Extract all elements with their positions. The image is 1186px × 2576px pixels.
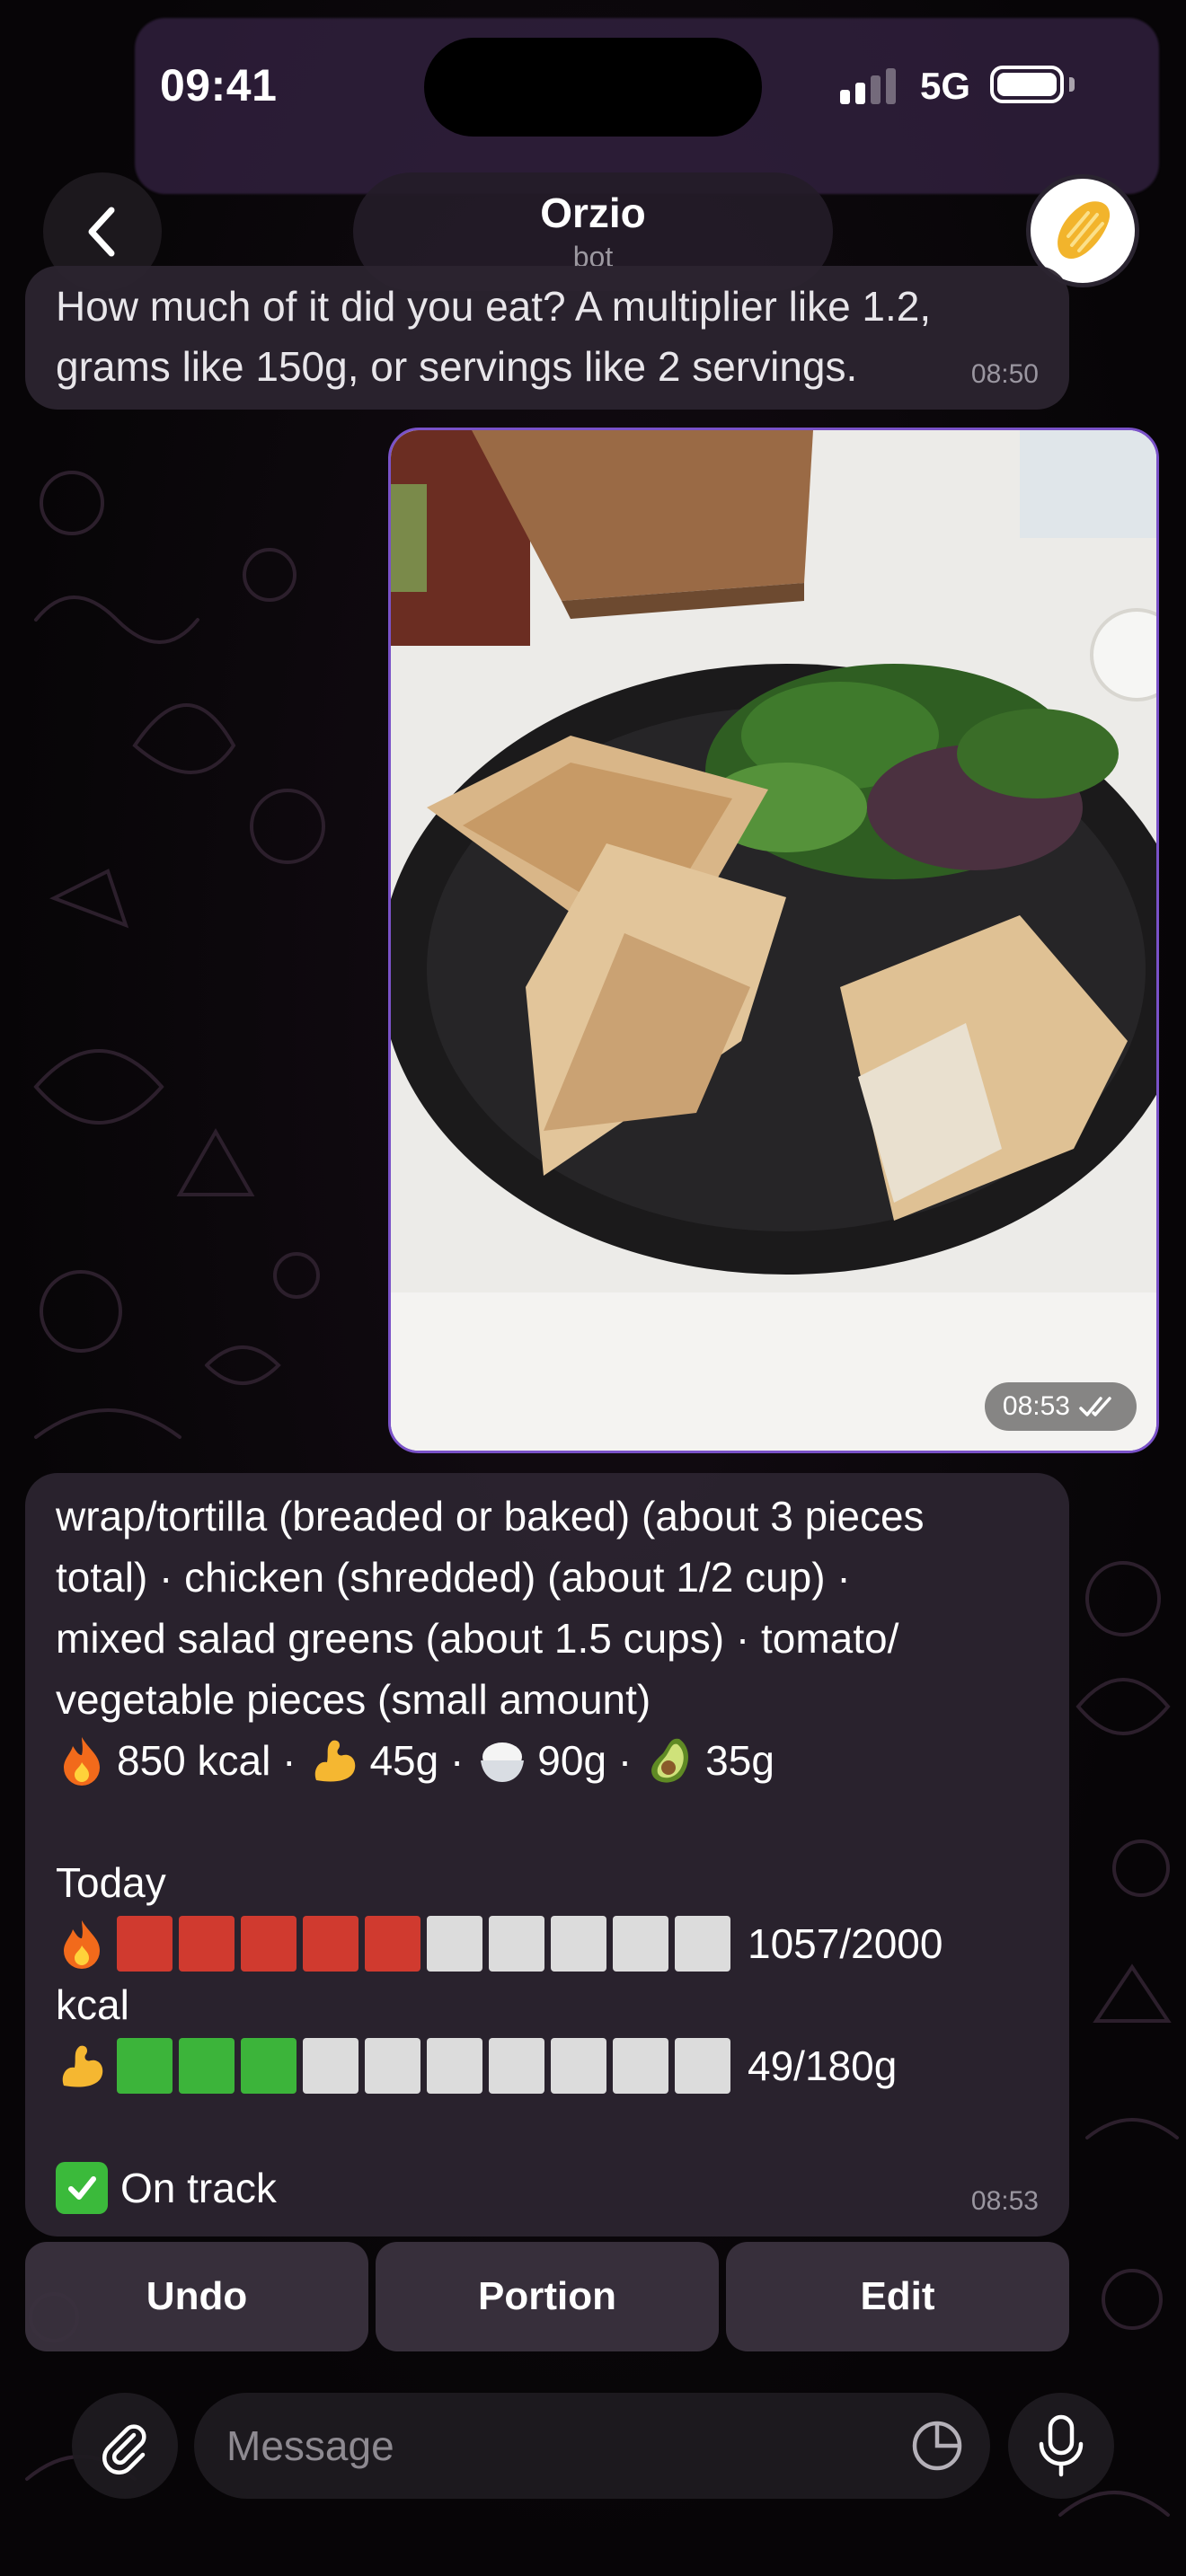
progress-square-filled [117, 2038, 173, 2094]
bot-message-result: wrap/tortilla (breaded or baked) (about … [25, 1473, 1069, 2236]
undo-button[interactable]: Undo [25, 2242, 368, 2351]
food-line-2: total) · chicken (shredded) (about 1/2 c… [56, 1554, 851, 1601]
message-input[interactable] [226, 2393, 891, 2499]
progress-square-empty [303, 2038, 358, 2094]
progress-square-empty [427, 1916, 482, 1972]
signal-icon [840, 68, 896, 104]
bot-message-question: How much of it did you eat? A multiplier… [25, 266, 1069, 410]
protein-progress-value: 49/180g [748, 2042, 898, 2089]
flexed-biceps-icon [56, 2040, 108, 2092]
progress-square-filled [117, 1916, 173, 1972]
microphone-icon [1039, 2414, 1084, 2477]
network-label: 5G [920, 65, 971, 107]
progress-square-filled [179, 1916, 235, 1972]
progress-square-filled [365, 1916, 420, 1972]
dynamic-island [424, 38, 762, 137]
avocado-icon [644, 1734, 696, 1786]
carbs-value: 90g · [537, 1737, 633, 1784]
protein-value: 45g · [369, 1737, 465, 1784]
check-mark-icon [56, 2162, 108, 2214]
battery-tip [1069, 77, 1075, 92]
calorie-unit: kcal [56, 1981, 129, 2028]
progress-square-empty [365, 2038, 420, 2094]
calorie-progress-row: 1057/2000 [56, 1913, 1039, 1974]
flexed-biceps-icon [308, 1734, 360, 1786]
status-bar: 09:41 5G [0, 0, 1186, 171]
battery-icon [990, 66, 1064, 103]
fire-icon [56, 1918, 108, 1970]
outgoing-photo-message[interactable]: 08:53 [388, 428, 1159, 1453]
photo-time-text: 08:53 [1002, 1391, 1070, 1421]
macros-line: 850 kcal · 45g · 90g · 35g [56, 1730, 1039, 1791]
status-text: On track [120, 2165, 277, 2211]
progress-square-empty [489, 2038, 544, 2094]
attach-button[interactable] [72, 2393, 178, 2499]
progress-square-empty [613, 2038, 668, 2094]
progress-square-filled [179, 2038, 235, 2094]
food-line-3: mixed salad greens (about 1.5 cups) · to… [56, 1615, 899, 1662]
progress-square-empty [489, 1916, 544, 1972]
sticker-icon [912, 2421, 962, 2471]
progress-square-empty [551, 1916, 606, 1972]
food-photo [391, 430, 1156, 1451]
fat-value: 35g [705, 1737, 774, 1784]
progress-square-empty [551, 2038, 606, 2094]
progress-square-empty [675, 2038, 730, 2094]
status-time: 09:41 [160, 60, 278, 110]
bread-logo-icon [1058, 201, 1111, 260]
chevron-left-icon [88, 207, 115, 257]
sticker-button[interactable] [909, 2418, 965, 2478]
chat-title-name: Orzio [540, 190, 646, 236]
kcal-value: 850 kcal · [117, 1737, 296, 1784]
portion-button[interactable]: Portion [376, 2242, 719, 2351]
progress-square-filled [303, 1916, 358, 1972]
progress-square-filled [241, 2038, 296, 2094]
calorie-progress-bar [117, 1916, 737, 1972]
edit-button[interactable]: Edit [726, 2242, 1069, 2351]
progress-square-empty [675, 1916, 730, 1972]
voice-message-button[interactable] [1008, 2393, 1114, 2499]
protein-progress-row: 49/180g [56, 2035, 1039, 2096]
status-row: On track [56, 2157, 1039, 2219]
message-time: 08:50 [970, 359, 1039, 389]
food-line-1: wrap/tortilla (breaded or baked) (about … [56, 1493, 925, 1539]
progress-square-filled [241, 1916, 296, 1972]
message-composer [194, 2393, 990, 2499]
message-time: 08:53 [970, 2186, 1039, 2216]
food-line-4: vegetable pieces (small amount) [56, 1676, 651, 1723]
today-label: Today [56, 1859, 166, 1906]
rice-bowl-icon [476, 1734, 528, 1786]
paperclip-icon [102, 2424, 146, 2475]
photo-time: 08:53 [984, 1382, 1137, 1431]
progress-square-empty [613, 1916, 668, 1972]
calorie-progress-value: 1057/2000 [748, 1920, 943, 1967]
message-text: How much of it did you eat? A multiplier… [56, 283, 932, 390]
progress-square-empty [427, 2038, 482, 2094]
protein-progress-bar [117, 2038, 737, 2094]
double-check-icon [1079, 1397, 1111, 1416]
fire-icon [56, 1734, 108, 1786]
